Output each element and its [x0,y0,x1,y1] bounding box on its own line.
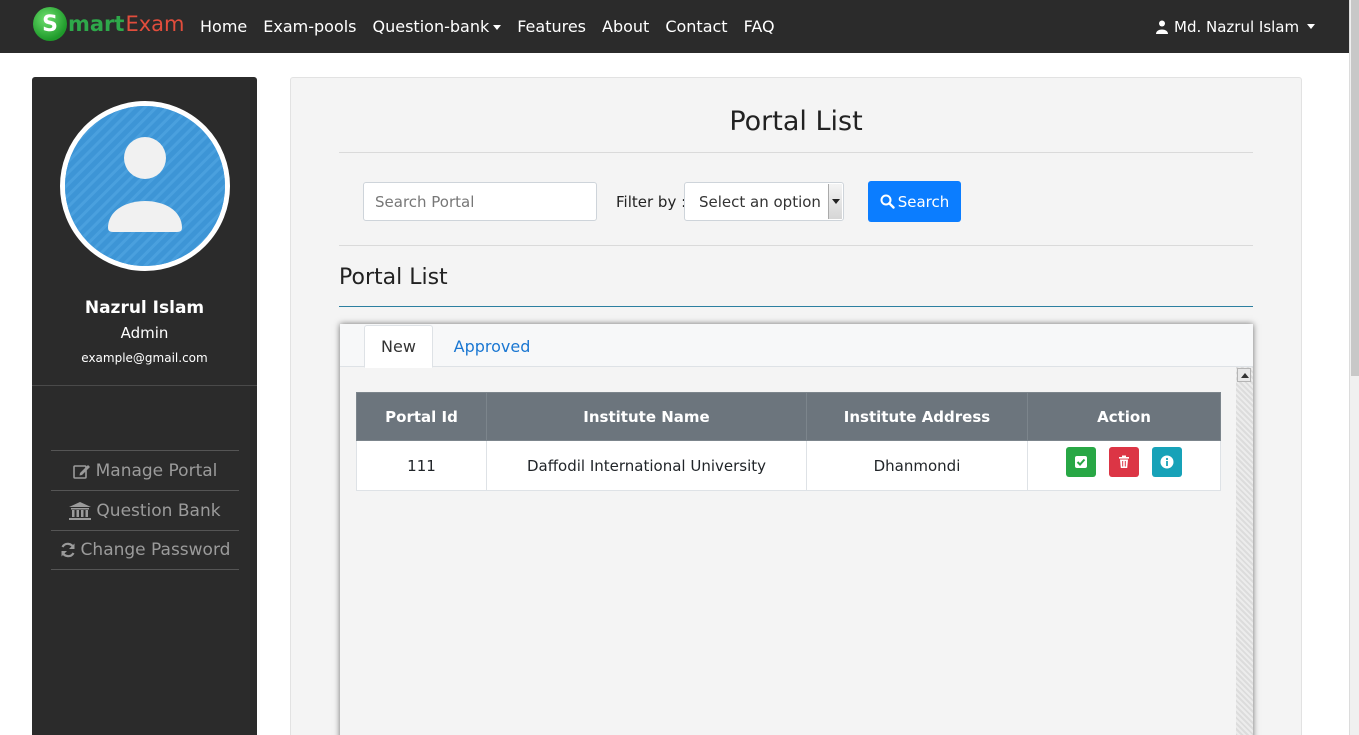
nav-features-label: Features [517,17,587,36]
filter-label: Filter by : [616,193,687,211]
brand-name-part2: Exam [125,12,185,36]
table-header-row: Portal Id Institute Name Institute Addre… [356,392,1221,441]
nav-home-label: Home [200,17,248,36]
info-button[interactable] [1151,446,1182,477]
section-title: Portal List [339,265,448,290]
nav-features[interactable]: Features [517,17,586,36]
caret-down-icon [493,25,502,30]
filter-select-value: Select an option [699,193,821,211]
cell-institute-name: Daffodil International University [486,440,807,491]
nav-exam-pools-label: Exam-pools [263,17,357,36]
tab-approved-label: Approved [453,336,531,356]
tab-new-label: New [381,337,416,356]
page-scrollbar-thumb[interactable] [1351,0,1359,376]
profile-email: example@gmail.com [81,351,208,365]
search-icon [880,194,895,209]
sidebar-item-label: Change Password [80,540,231,560]
sidebar-item-manage-portal[interactable]: Manage Portal [51,450,239,490]
sidebar: Nazrul Islam Admin example@gmail.com Man… [32,77,257,735]
cell-institute-address: Dhanmondi [806,440,1028,491]
cell-actions [1027,440,1221,491]
nav-faq-label: FAQ [743,17,775,36]
bank-icon [69,501,92,520]
column-header-institute-name: Institute Name [486,392,807,441]
page-scrollbar[interactable] [1349,0,1359,735]
avatar [60,101,230,271]
cell-portal-id: 111 [356,440,487,491]
search-divider [339,245,1253,246]
title-divider [339,152,1253,153]
main-panel: Portal List Filter by : Select an option… [290,77,1302,735]
top-navbar: S mart Exam Home Exam-pools Question-bank… [0,0,1349,53]
sidebar-item-label: Question Bank [96,500,221,521]
trash-icon [1119,455,1129,468]
delete-button[interactable] [1109,446,1139,477]
edit-icon [72,464,90,479]
brand-logo[interactable]: S mart Exam [33,7,184,41]
user-menu[interactable]: Md. Nazrul Islam [1156,0,1316,53]
sidebar-menu: Manage Portal Question Bank Change Passw… [51,450,239,570]
column-header-institute-address: Institute Address [806,392,1028,441]
refresh-icon [61,542,75,558]
nav-question-bank-label: Question-bank [372,17,490,36]
sidebar-divider [32,385,257,386]
user-avatar-icon [65,106,225,266]
profile-name: Nazrul Islam [84,298,205,318]
portal-list-card: New Approved Portal Id Institute Name In… [340,324,1253,735]
filter-select[interactable]: Select an option [684,182,844,221]
table-scrollbar[interactable] [1236,367,1253,735]
tabs-bar: New Approved [340,324,1253,368]
search-button-label: Search [897,192,950,211]
approve-button[interactable] [1066,446,1097,477]
section-divider [339,306,1253,307]
portal-table: Portal Id Institute Name Institute Addre… [356,392,1221,491]
column-header-portal-id: Portal Id [356,392,487,441]
check-square-icon [1075,455,1088,468]
brand-logo-mark: S [33,7,67,41]
tab-new[interactable]: New [364,325,433,368]
info-icon [1160,455,1174,468]
user-menu-label: Md. Nazrul Islam [1174,17,1300,36]
sidebar-item-change-password[interactable]: Change Password [51,530,239,570]
search-portal-input[interactable] [363,182,597,221]
nav-contact[interactable]: Contact [665,17,727,36]
sidebar-item-question-bank[interactable]: Question Bank [51,490,239,530]
sidebar-item-label: Manage Portal [95,460,218,481]
nav-about[interactable]: About [602,17,649,36]
dropdown-arrow-icon[interactable] [828,184,842,219]
nav-home[interactable]: Home [200,17,247,36]
nav-exam-pools[interactable]: Exam-pools [263,17,356,36]
caret-down-icon [1307,24,1316,29]
nav-contact-label: Contact [665,17,728,36]
column-header-action: Action [1027,392,1221,441]
search-button[interactable]: Search [868,181,961,222]
user-icon [1156,20,1168,34]
nav-about-label: About [602,17,650,36]
nav-question-bank[interactable]: Question-bank [373,17,502,36]
nav-faq[interactable]: FAQ [744,17,775,36]
profile-role: Admin [120,324,169,342]
table-row: 111 Daffodil International University Dh… [356,440,1221,491]
nav-links: Home Exam-pools Question-bank Features A… [200,0,791,53]
page-title: Portal List [729,106,863,137]
tab-approved[interactable]: Approved [442,325,542,367]
brand-name-part1: mart [68,12,125,36]
scroll-up-arrow-icon[interactable] [1237,368,1251,382]
